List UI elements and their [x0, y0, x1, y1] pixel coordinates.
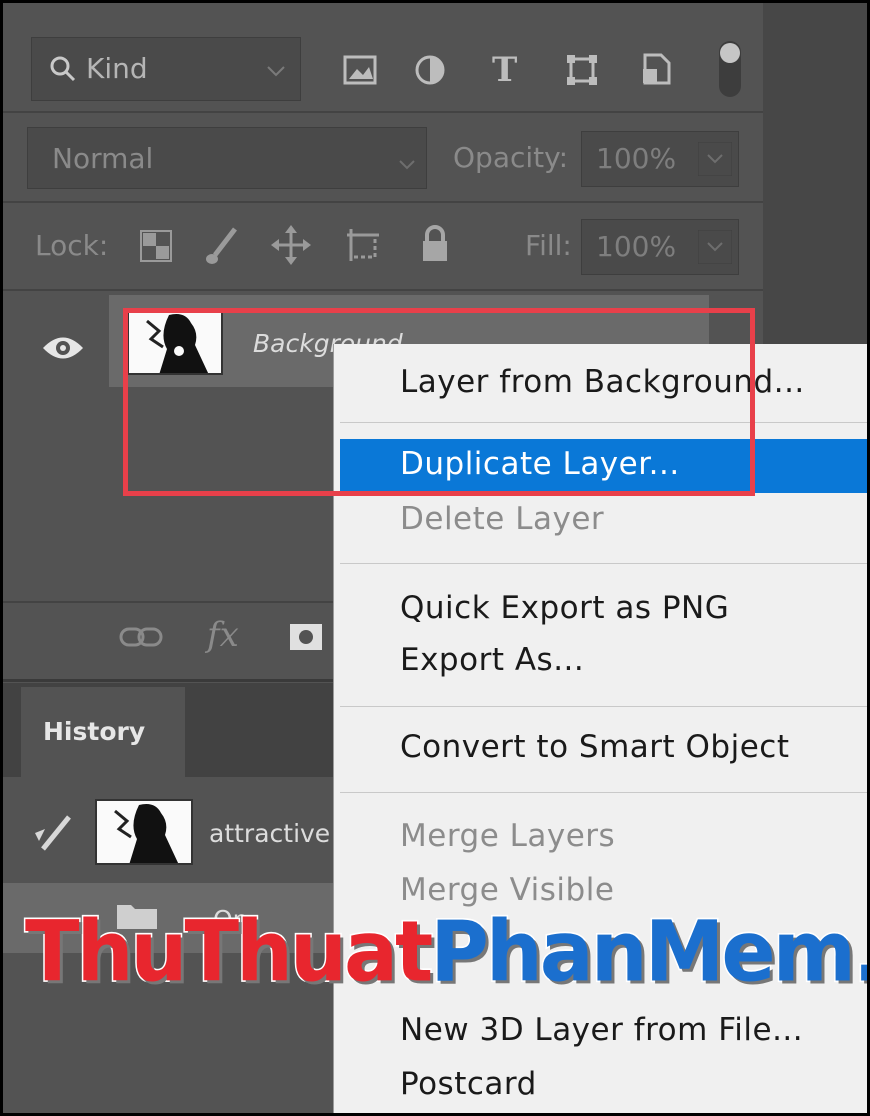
opacity-label: Opacity:: [453, 141, 569, 174]
history-snapshot-label[interactable]: attractive: [209, 819, 330, 848]
menu-item-delete-layer[interactable]: Delete Layer: [400, 501, 604, 537]
tab-history[interactable]: History: [21, 687, 185, 779]
lock-all-icon[interactable]: [419, 225, 451, 267]
lock-transparent-pixels-icon[interactable]: [139, 229, 173, 267]
type-filter-icon[interactable]: T: [490, 50, 524, 91]
menu-item-quick-export-png[interactable]: Quick Export as PNG: [400, 590, 729, 626]
watermark-part2: PhanMem.vn: [429, 901, 867, 1002]
filter-toggle-switch[interactable]: [715, 39, 745, 103]
opacity-input[interactable]: 100%: [581, 131, 739, 187]
history-snapshot-thumbnail: [95, 799, 193, 865]
chevron-down-icon: [398, 156, 416, 175]
lock-label: Lock:: [35, 229, 109, 262]
eye-visibility-icon[interactable]: [41, 333, 85, 367]
fill-label: Fill:: [525, 229, 572, 262]
lock-position-icon[interactable]: [271, 225, 311, 269]
menu-item-postcard[interactable]: Postcard: [400, 1066, 537, 1102]
history-brush-icon[interactable]: [29, 811, 75, 861]
chevron-down-icon[interactable]: [697, 229, 733, 268]
opacity-value: 100%: [596, 142, 677, 175]
fx-icon[interactable]: fx: [207, 615, 239, 655]
layer-kind-filter[interactable]: Kind: [31, 37, 301, 101]
blend-mode-value: Normal: [52, 142, 154, 175]
fill-value: 100%: [596, 230, 677, 263]
link-layers-icon[interactable]: [119, 625, 163, 653]
shape-filter-icon[interactable]: [565, 53, 599, 91]
menu-item-convert-smart-object[interactable]: Convert to Smart Object: [400, 729, 790, 765]
add-mask-icon[interactable]: [289, 623, 323, 655]
photoshop-layers-panel: Kind T Normal Opacity: 100% Lock: Fill: …: [0, 0, 870, 1116]
image-filter-icon[interactable]: [343, 55, 377, 89]
svg-text:T: T: [492, 51, 517, 87]
watermark-logo: ThuThuatPhanMem.vn: [23, 901, 867, 1002]
menu-item-export-as[interactable]: Export As...: [400, 642, 584, 678]
chevron-down-icon[interactable]: [697, 141, 733, 180]
menu-item-duplicate-layer[interactable]: Duplicate Layer...: [400, 446, 680, 482]
menu-item-layer-from-background[interactable]: Layer from Background...: [400, 364, 805, 400]
blend-mode-dropdown[interactable]: Normal: [27, 127, 427, 189]
smart-object-filter-icon[interactable]: [639, 51, 673, 91]
lock-image-pixels-icon[interactable]: [203, 225, 239, 271]
layer-thumbnail: [127, 309, 223, 375]
history-tab-label: History: [43, 717, 146, 746]
adjustment-filter-icon[interactable]: [413, 53, 447, 91]
watermark-part1: ThuThuat: [23, 901, 434, 1002]
chevron-down-icon: [266, 64, 286, 83]
search-icon: [48, 54, 78, 88]
kind-label: Kind: [86, 52, 148, 85]
menu-item-new-3d-layer-from-file[interactable]: New 3D Layer from File...: [400, 1012, 803, 1048]
lock-artboard-icon[interactable]: [343, 225, 383, 269]
fill-input[interactable]: 100%: [581, 219, 739, 275]
menu-item-merge-layers[interactable]: Merge Layers: [400, 818, 615, 854]
